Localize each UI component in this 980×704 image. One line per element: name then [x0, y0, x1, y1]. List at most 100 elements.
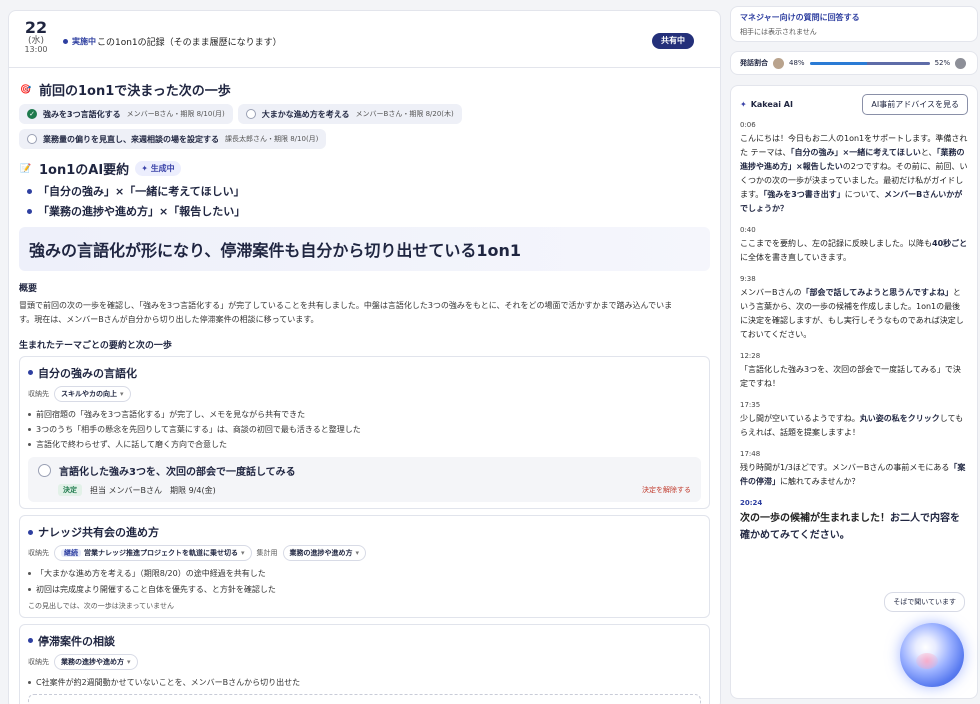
- summary-headline: 強みの言語化が形になり、停滞案件も自分から切り出せている1on1: [19, 227, 710, 271]
- bullet-dot-icon: [28, 443, 31, 447]
- themes-section-label: 生まれたテーマごとの要約と次の一歩: [19, 340, 172, 351]
- date-block: 22 (水) 13:00: [21, 19, 51, 55]
- chevron-down-icon: ▾: [120, 389, 124, 398]
- previous-step-item[interactable]: ✓ 強みを3つ言語化する メンバーBさん・期限 8/10(月): [19, 104, 233, 124]
- message-time: 17:35: [740, 401, 761, 409]
- card-title: 停滞案件の相談: [38, 634, 115, 648]
- previous-step-item[interactable]: 大まかな進め方を考える メンバーBさん・期限 8/20(木): [237, 104, 462, 124]
- category-value: スキルやカの向上: [61, 389, 117, 398]
- message-time: 20:24: [740, 499, 763, 507]
- generating-badge: ✦ 生成中: [135, 161, 181, 176]
- bullet-text: 「大まかな進め方を考える」（期限8/20）の途中経過を共有した: [36, 569, 266, 579]
- store-label: 収納先: [28, 389, 49, 398]
- record-description: この1on1の記録（そのまま履歴になります）: [97, 38, 282, 48]
- step-checkbox[interactable]: [38, 464, 51, 478]
- project-dropdown[interactable]: 継続 営業ナレッジ推進プロジェクトを軌道に乗せ切る ▾: [54, 545, 252, 562]
- chevron-down-icon: ▾: [127, 657, 131, 666]
- next-steps-title: 前回の1on1で決まった次の一歩: [39, 84, 231, 99]
- theme-card: 停滞案件の相談 収納先 業務の進捗や進め方 ▾ C社案件が約2週間動かせていないこ…: [19, 623, 710, 704]
- decision-owner: 担当 メンバーBさん: [90, 485, 163, 495]
- bullet-text: C社案件が約2週間動かせていないことを、メンバーBさんから切り出せた: [36, 677, 301, 687]
- manager-question-note: 相手には表示されません: [740, 28, 817, 36]
- speech-left-fill: [809, 61, 868, 65]
- ai-orb-icon[interactable]: [900, 623, 964, 687]
- speech-ratio-bar: [809, 61, 930, 65]
- theme-card: 自分の強みの言語化 収納先 スキルやカの向上 ▾ 前回宿題の「強みを3つ言語化する…: [19, 355, 710, 510]
- share-button[interactable]: 共有中: [652, 33, 694, 49]
- member-avatar: [955, 57, 967, 69]
- theme-text: 「自分の強み」×「一緒に考えてほしい」: [38, 185, 245, 198]
- chevron-down-icon: ▾: [355, 549, 360, 558]
- summary-bullet: 前回宿題の「強みを3つ言語化する」が完了し、メモを見ながら共有できた: [28, 407, 701, 422]
- category-value: 業務の進捗や進め方: [61, 657, 124, 666]
- checked-icon: ✓: [27, 109, 37, 119]
- step-text: 強みを3つ言語化する: [43, 109, 121, 119]
- speech-right-fill: [867, 61, 930, 65]
- message-text: ここまでを要約し、左の記録に反映しました。以降も40秒ごとに全体を書き直していき…: [740, 239, 968, 262]
- bullet-text: 言語化で終わらせず、人に話して磨く方向で合意した: [36, 440, 228, 450]
- date-time: 13:00: [24, 45, 48, 55]
- ai-advice-button[interactable]: AI事前アドバイスを見る: [862, 94, 968, 115]
- step-candidate-placeholder: [28, 693, 701, 704]
- ai-message: 0:06 こんにちは！今日もお二人の1on1をサポートします。準備された テーマは…: [740, 121, 968, 216]
- category-dropdown[interactable]: スキルやカの向上 ▾: [54, 385, 131, 402]
- status-label: 実施中: [72, 37, 96, 46]
- card-title: 自分の強みの言語化: [38, 366, 137, 380]
- message-time: 17:48: [740, 450, 761, 458]
- theme-card: ナレッジ共有会の進め方 収納先 継続 営業ナレッジ推進プロジェクトを軌道に乗せ切る…: [19, 515, 710, 618]
- category-dropdown[interactable]: 業務の進捗や進め方 ▾: [54, 653, 138, 670]
- message-text: 次の一歩の候補が生まれました！お二人で内容を確かめてみてください。: [740, 513, 960, 541]
- speech-left-value: 48%: [789, 59, 805, 67]
- speech-right-value: 52%: [934, 59, 951, 67]
- speech-ratio-card: 発話割合 48% 52%: [730, 51, 978, 75]
- speech-ratio-label: 発話割合: [740, 59, 768, 67]
- manager-question-card[interactable]: マネジャー向けの質問に回答する 相手には表示されません: [730, 6, 978, 42]
- ai-message: 17:48 残り時間が1/3ほどです。メンバーBさんの事前メモにある「案件の停滞」…: [740, 450, 968, 489]
- unchecked-icon: [27, 134, 37, 144]
- store-label: 収納先: [28, 657, 49, 666]
- listening-button[interactable]: そばで聞いています: [884, 592, 965, 612]
- ai-message: 17:35 少し間が空いているようですね。丸い姿の私をクリックしてもらえれば、話題…: [740, 401, 968, 440]
- store-label: 収納先: [28, 549, 49, 558]
- theme-text: 「業務の進捗や進め方」×「報告したい」: [38, 205, 246, 218]
- record-panel: 22 (水) 13:00 実施中 この1on1の記録（そのまま履歴になります） …: [8, 10, 721, 704]
- bullet-icon: [28, 370, 33, 376]
- status-dot-icon: [63, 39, 68, 44]
- message-text: 「言語化した強み3つを、次回の部会で一度話してみる」で決定ですね！: [740, 365, 961, 388]
- memo-icon: 📝: [20, 163, 32, 174]
- summary-bullet: C社案件が約2週間動かせていないことを、メンバーBさんから切り出せた: [28, 675, 701, 690]
- message-time: 12:28: [740, 352, 761, 360]
- theme-item: 「業務の進捗や進め方」×「報告したい」: [27, 203, 710, 219]
- summary-bullet: 初回は完成度より開催すること自体を優先する、と方針を確認した: [28, 582, 701, 597]
- no-step-note: この見出しでは、次の一歩は決まっていません: [28, 601, 174, 610]
- manager-question-link[interactable]: マネジャー向けの質問に回答する: [740, 12, 968, 23]
- bullet-dot-icon: [28, 572, 31, 576]
- overview-line: 冒頭で前回の次の一歩を確認し、「強みを3つ言語化する」が完了していることを共有し…: [19, 301, 673, 310]
- ai-message: 20:24 次の一歩の候補が生まれました！お二人で内容を確かめてみてください。: [740, 499, 968, 544]
- message-text: 少し間が空いているようですね。丸い姿の私をクリックしてもらえれば、話題を提案しま…: [740, 414, 964, 437]
- category-dropdown[interactable]: 業務の進捗や進め方 ▾: [282, 545, 367, 562]
- manager-avatar: [773, 57, 784, 69]
- ai-summary-title: 1on1のAI要約: [39, 163, 130, 178]
- bullet-icon: [27, 188, 32, 194]
- sparkle-icon: ✦: [740, 100, 747, 109]
- card-title: ナレッジ共有会の進め方: [38, 526, 159, 540]
- message-time: 0:06: [740, 121, 756, 129]
- bullet-text: 3つのうち「相手の懸念を先回りして言葉にする」は、商談の初回で最も活きると整理し…: [36, 424, 361, 434]
- previous-step-item[interactable]: 業務量の偏りを見直し、来週相談の場を設定する 課長太郎さん・期限 8/10(月): [19, 129, 327, 149]
- date-day: 22: [24, 18, 48, 37]
- project-value: 営業ナレッジ推進プロジェクトを軌道に乗せ切る: [84, 549, 238, 558]
- step-text: 大まかな進め方を考える: [261, 109, 350, 119]
- step-meta: 課長太郎さん・期限 8/10(月): [225, 135, 319, 143]
- message-time: 0:40: [740, 226, 756, 234]
- bullet-dot-icon: [28, 428, 31, 432]
- overview-text: 冒頭で前回の次の一歩を確認し、「強みを3つ言語化する」が完了していることを共有し…: [19, 299, 710, 328]
- previous-steps-list: ✓ 強みを3つ言語化する メンバーBさん・期限 8/10(月) 大まかな進め方を…: [19, 104, 710, 149]
- undo-decision-link[interactable]: 決定を解除する: [642, 485, 691, 495]
- bullet-dot-icon: [28, 412, 31, 416]
- ai-message: 12:28 「言語化した強み3つを、次回の部会で一度話してみる」で決定ですね！: [740, 352, 968, 391]
- summary-bullet: 「大まかな進め方を考える」（期限8/20）の途中経過を共有した: [28, 566, 701, 581]
- bullet-dot-icon: [28, 587, 31, 591]
- bullet-text: 初回は完成度より開催すること自体を優先する、と方針を確認した: [36, 584, 276, 594]
- ai-message-list: 0:06 こんにちは！今日もお二人の1on1をサポートします。準備された テーマは…: [740, 121, 968, 544]
